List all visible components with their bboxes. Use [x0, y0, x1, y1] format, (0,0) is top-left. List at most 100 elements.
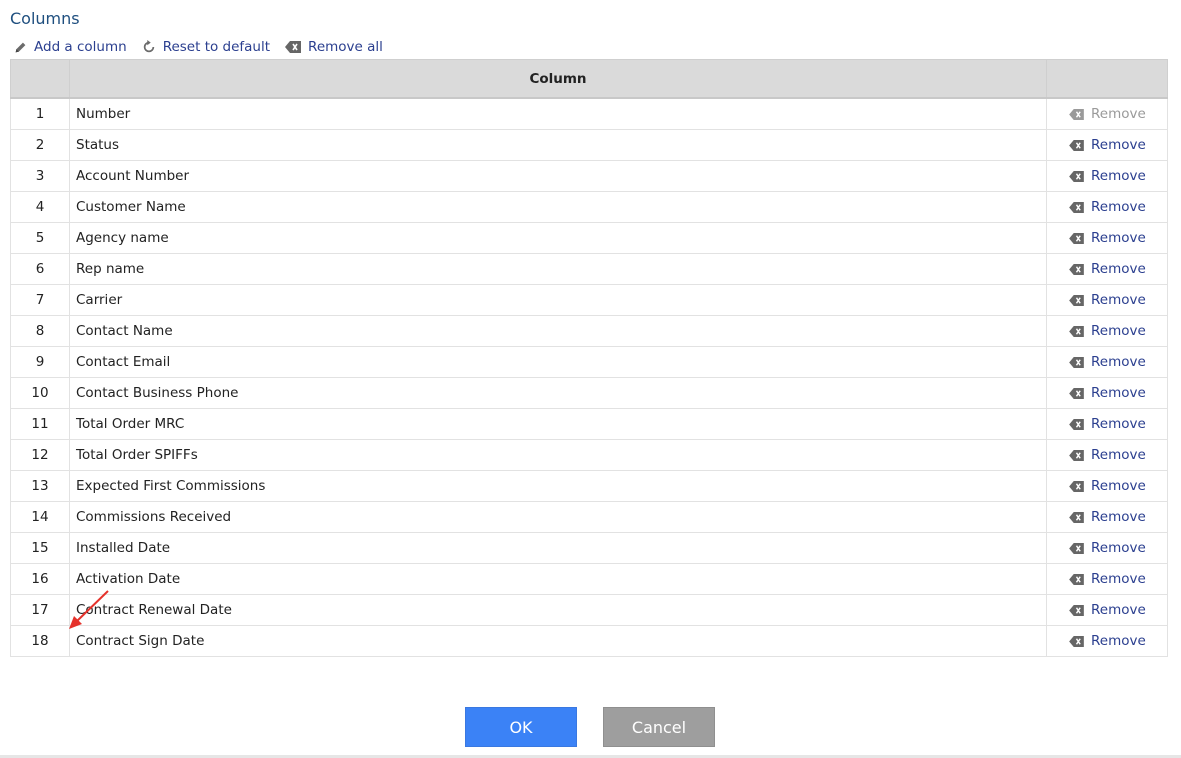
backspace-icon: [1069, 604, 1084, 616]
remove-column-button[interactable]: Remove: [1047, 416, 1167, 432]
remove-column-button[interactable]: Remove: [1047, 323, 1167, 339]
reset-icon: [143, 40, 154, 53]
backspace-icon: [1069, 263, 1084, 275]
backspace-icon: [1069, 325, 1084, 337]
backspace-icon: [1069, 387, 1084, 399]
remove-label: Remove: [1091, 106, 1146, 122]
header-action: [1046, 59, 1168, 99]
table-row: 7 Carrier Remove: [10, 284, 1168, 316]
reset-default-button[interactable]: Reset to default: [142, 39, 270, 55]
remove-label: Remove: [1091, 261, 1146, 277]
remove-label: Remove: [1091, 447, 1146, 463]
column-name: Contract Sign Date: [69, 625, 1047, 657]
remove-column-button[interactable]: Remove: [1047, 633, 1167, 649]
backspace-icon: [1069, 201, 1084, 213]
backspace-icon: [1069, 449, 1084, 461]
table-row: 16 Activation Date Remove: [10, 563, 1168, 595]
remove-column-button[interactable]: Remove: [1047, 385, 1167, 401]
table-row: 18 Contract Sign Date Remove: [10, 625, 1168, 657]
remove-column-button[interactable]: Remove: [1047, 447, 1167, 463]
row-number: 1: [10, 97, 70, 130]
row-action-cell: Remove: [1046, 594, 1168, 626]
remove-label: Remove: [1091, 416, 1146, 432]
table-row: 14 Commissions Received Remove: [10, 501, 1168, 533]
remove-column-button[interactable]: Remove: [1047, 509, 1167, 525]
remove-column-button[interactable]: Remove: [1047, 540, 1167, 556]
column-name: Rep name: [69, 253, 1047, 285]
column-name: Agency name: [69, 222, 1047, 254]
column-name: Account Number: [69, 160, 1047, 192]
remove-column-button[interactable]: Remove: [1047, 261, 1167, 277]
column-name: Contract Renewal Date: [69, 594, 1047, 626]
row-action-cell: Remove: [1046, 315, 1168, 347]
remove-column-button[interactable]: Remove: [1047, 354, 1167, 370]
remove-column-button[interactable]: Remove: [1047, 106, 1167, 122]
backspace-icon: [1069, 232, 1084, 244]
remove-label: Remove: [1091, 323, 1146, 339]
column-name: Number: [69, 97, 1047, 130]
remove-label: Remove: [1091, 602, 1146, 618]
row-action-cell: Remove: [1046, 439, 1168, 471]
row-number: 6: [10, 253, 70, 285]
column-name: Expected First Commissions: [69, 470, 1047, 502]
ok-button[interactable]: OK: [465, 707, 577, 747]
remove-column-button[interactable]: Remove: [1047, 571, 1167, 587]
row-action-cell: Remove: [1046, 222, 1168, 254]
remove-all-button[interactable]: Remove all: [285, 39, 383, 55]
table-row: 12 Total Order SPIFFs Remove: [10, 439, 1168, 471]
row-number: 18: [10, 625, 70, 657]
remove-column-button[interactable]: Remove: [1047, 478, 1167, 494]
table-row: 17 Contract Renewal Date Remove: [10, 594, 1168, 626]
row-number: 13: [10, 470, 70, 502]
table-row: 5 Agency name Remove: [10, 222, 1168, 254]
header-column: Column: [69, 59, 1047, 99]
remove-column-button[interactable]: Remove: [1047, 168, 1167, 184]
table-row: 4 Customer Name Remove: [10, 191, 1168, 223]
row-number: 7: [10, 284, 70, 316]
remove-label: Remove: [1091, 354, 1146, 370]
row-number: 14: [10, 501, 70, 533]
remove-column-button[interactable]: Remove: [1047, 602, 1167, 618]
row-number: 4: [10, 191, 70, 223]
add-column-button[interactable]: Add a column: [14, 39, 127, 55]
row-number: 17: [10, 594, 70, 626]
columns-table: Column 1 Number Remove 2 Status Remove 3 Accoun…: [10, 59, 1168, 657]
remove-label: Remove: [1091, 292, 1146, 308]
remove-column-button[interactable]: Remove: [1047, 199, 1167, 215]
row-action-cell: Remove: [1046, 470, 1168, 502]
table-row: 2 Status Remove: [10, 129, 1168, 161]
row-number: 11: [10, 408, 70, 440]
row-number: 2: [10, 129, 70, 161]
remove-column-button[interactable]: Remove: [1047, 230, 1167, 246]
backspace-icon: [1069, 480, 1084, 492]
table-row: 13 Expected First Commissions Remove: [10, 470, 1168, 502]
backspace-icon: [1069, 635, 1084, 647]
columns-toolbar: Add a column Reset to default Remove all: [14, 37, 398, 57]
backspace-icon: [1069, 356, 1084, 368]
row-number: 12: [10, 439, 70, 471]
remove-column-button[interactable]: Remove: [1047, 292, 1167, 308]
row-number: 5: [10, 222, 70, 254]
table-row: 8 Contact Name Remove: [10, 315, 1168, 347]
remove-column-button[interactable]: Remove: [1047, 137, 1167, 153]
row-action-cell: Remove: [1046, 129, 1168, 161]
column-name: Contact Name: [69, 315, 1047, 347]
row-action-cell: Remove: [1046, 532, 1168, 564]
column-name: Contact Business Phone: [69, 377, 1047, 409]
remove-label: Remove: [1091, 540, 1146, 556]
row-action-cell: Remove: [1046, 625, 1168, 657]
row-number: 10: [10, 377, 70, 409]
backspace-icon: [1069, 108, 1084, 120]
row-action-cell: Remove: [1046, 346, 1168, 378]
backspace-icon: [1069, 418, 1084, 430]
table-row: 6 Rep name Remove: [10, 253, 1168, 285]
column-name: Total Order MRC: [69, 408, 1047, 440]
column-name: Installed Date: [69, 532, 1047, 564]
remove-label: Remove: [1091, 230, 1146, 246]
remove-label: Remove: [1091, 168, 1146, 184]
table-row: 15 Installed Date Remove: [10, 532, 1168, 564]
remove-label: Remove: [1091, 509, 1146, 525]
cancel-button[interactable]: Cancel: [603, 707, 715, 747]
column-name: Customer Name: [69, 191, 1047, 223]
row-number: 8: [10, 315, 70, 347]
